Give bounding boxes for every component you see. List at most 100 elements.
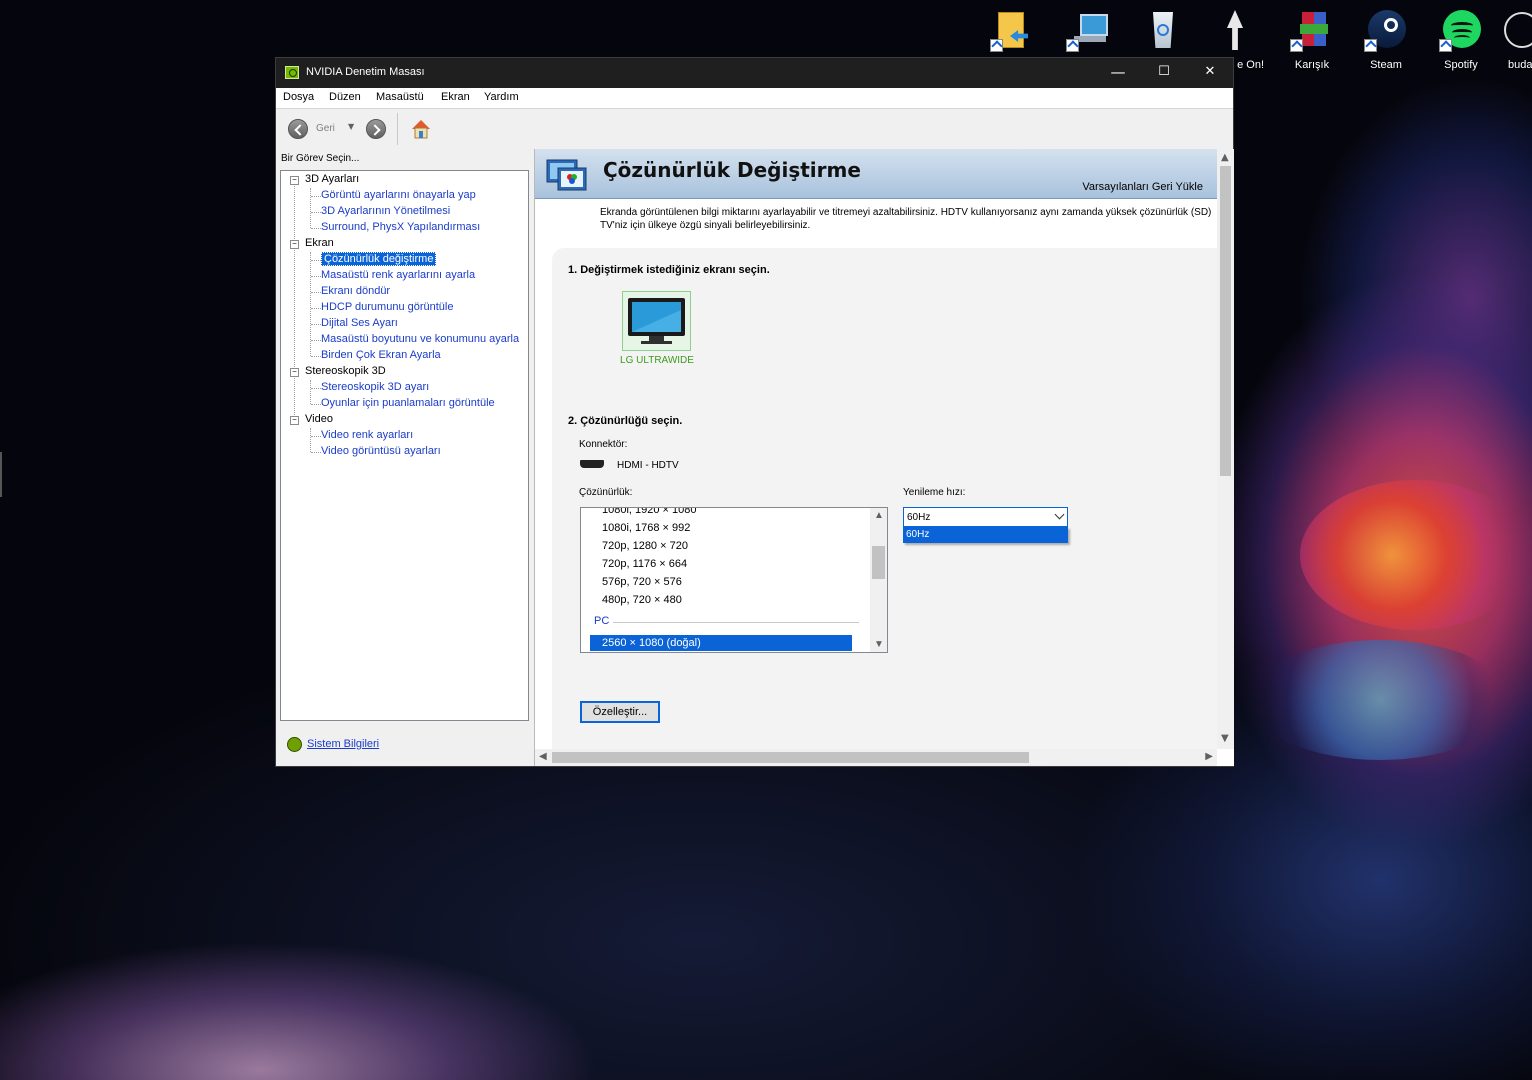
task-tree: − 3D Ayarları Görüntü ayarlarını önayarl… <box>280 170 529 721</box>
chevron-down-icon <box>1054 509 1065 520</box>
customize-button[interactable]: Özelleştir... <box>580 701 660 723</box>
list-item[interactable]: 480p, 720 × 480 <box>602 594 682 606</box>
tree-item-digital-audio[interactable]: Dijital Ses Ayarı <box>321 317 398 329</box>
collapse-video-icon[interactable]: − <box>290 416 299 425</box>
folder-shortcut-icon <box>990 8 1034 52</box>
steam-icon <box>1364 8 1408 52</box>
task-pane-label: Bir Görev Seçin... <box>281 153 360 164</box>
refresh-rate-label: Yenileme hızı: <box>903 487 966 498</box>
page-description: Ekranda görüntülenen bilgi miktarını aya… <box>600 207 1212 231</box>
content-pane: Çözünürlük Değiştirme Varsayılanları Ger… <box>534 149 1234 766</box>
pc-group-header: PC <box>594 615 610 627</box>
scroll-down-icon[interactable]: ▼ <box>874 639 884 650</box>
tree-item-video-image[interactable]: Video görüntüsü ayarları <box>321 445 441 457</box>
menu-dosya[interactable]: Dosya <box>283 91 314 103</box>
recycle-bin-icon <box>1140 8 1184 52</box>
display-name: LG ULTRAWIDE <box>620 355 694 366</box>
tree-item-desktop-color[interactable]: Masaüstü renk ayarlarını ayarla <box>321 269 475 281</box>
scroll-up-icon[interactable]: ▲ <box>874 510 884 521</box>
scroll-thumb[interactable] <box>1220 166 1231 476</box>
close-button[interactable]: ✕ <box>1187 58 1233 88</box>
window-title: NVIDIA Denetim Masası <box>306 66 425 78</box>
monitor-icon <box>628 298 685 344</box>
scroll-left-icon[interactable]: ◀ <box>539 751 547 762</box>
connector-value: HDMI - HDTV <box>617 460 679 471</box>
resolution-list[interactable]: 1080i, 1920 × 1080 1080i, 1768 × 992 720… <box>580 507 888 653</box>
settings-panel: 1. Değiştirmek istediğiniz ekranı seçin.… <box>552 248 1217 753</box>
desktop-icon-karisik[interactable]: Karışık <box>1277 6 1347 76</box>
display-tile-lg-ultrawide[interactable] <box>622 291 691 351</box>
menu-bar: Dosya Düzen Masaüstü Ekran Yardım <box>276 88 1233 109</box>
collapse-ekran-icon[interactable]: − <box>290 240 299 249</box>
tree-item-manage-3d[interactable]: 3D Ayarlarının Yönetilmesi <box>321 205 450 217</box>
refresh-rate-option[interactable]: 60Hz <box>903 527 1068 543</box>
nvidia-icon <box>285 66 299 79</box>
forward-arrow-icon[interactable] <box>366 119 386 139</box>
nvidia-control-panel-window: NVIDIA Denetim Masası — ☐ ✕ Dosya Düzen … <box>275 57 1234 767</box>
tree-item-video-color[interactable]: Video renk ayarları <box>321 429 413 441</box>
step2-heading: 2. Çözünürlüğü seçin. <box>568 415 683 427</box>
restore-defaults-link[interactable]: Varsayılanları Geri Yükle <box>1082 181 1203 193</box>
back-arrow-icon[interactable] <box>288 119 308 139</box>
page-title: Çözünürlük Değiştirme <box>603 158 861 182</box>
list-item[interactable]: 720p, 1280 × 720 <box>602 540 688 552</box>
menu-yardim[interactable]: Yardım <box>484 91 519 103</box>
collapse-3d-icon[interactable]: − <box>290 176 299 185</box>
task-pane: Bir Görev Seçin... − 3D Ayarları Görüntü… <box>276 149 534 766</box>
home-icon[interactable] <box>409 117 433 141</box>
maximize-button[interactable]: ☐ <box>1141 58 1187 88</box>
list-item[interactable]: 720p, 1176 × 664 <box>602 558 687 570</box>
wallpaper-swirl <box>1300 480 1530 630</box>
menu-duzen[interactable]: Düzen <box>329 91 361 103</box>
tree-item-surround-physx[interactable]: Surround, PhysX Yapılandırması <box>321 221 480 233</box>
tree-item-desktop-size[interactable]: Masaüstü boyutunu ve konumunu ayarla <box>321 333 519 345</box>
title-bar[interactable]: NVIDIA Denetim Masası — ☐ ✕ <box>276 58 1233 88</box>
tree-category-video[interactable]: Video <box>305 413 333 425</box>
hdmi-icon <box>580 460 604 468</box>
content-vertical-scrollbar[interactable]: ▲ ▼ <box>1217 149 1234 749</box>
refresh-rate-select[interactable]: 60Hz <box>903 507 1068 527</box>
desktop-icon-spotify[interactable]: Spotify <box>1426 6 1496 76</box>
computer-shortcut-icon <box>1066 8 1110 52</box>
display-settings-icon <box>546 158 588 192</box>
tree-item-game-ratings[interactable]: Oyunlar için puanlamaları görüntüle <box>321 397 495 409</box>
tree-item-rotate-display[interactable]: Ekranı döndür <box>321 285 390 297</box>
desktop-icon-buda[interactable]: buda <box>1494 6 1532 76</box>
tree-category-3d[interactable]: 3D Ayarları <box>305 173 359 185</box>
list-item[interactable]: 1080i, 1920 × 1080 <box>602 508 697 516</box>
tree-item-stereo-setup[interactable]: Stereoskopik 3D ayarı <box>321 381 429 393</box>
tree-item-multiple-displays[interactable]: Birden Çok Ekran Ayarla <box>321 349 441 361</box>
resolution-label: Çözünürlük: <box>579 487 633 498</box>
back-label[interactable]: Geri <box>316 123 335 134</box>
tree-item-image-presets[interactable]: Görüntü ayarlarını önayarla yap <box>321 189 476 201</box>
desktop-icon-steam[interactable]: Steam <box>1351 6 1421 76</box>
resolution-list-scrollbar[interactable]: ▲ ▼ <box>870 508 887 652</box>
toolbar: Geri ▼ <box>276 109 1233 150</box>
collapse-stereo-icon[interactable]: − <box>290 368 299 377</box>
scroll-thumb[interactable] <box>872 546 885 579</box>
list-item[interactable]: 1080i, 1768 × 992 <box>602 522 690 534</box>
scroll-down-icon[interactable]: ▼ <box>1221 733 1229 744</box>
wallpaper-swirl <box>1250 640 1510 760</box>
toolbar-divider <box>397 113 398 145</box>
tree-category-stereo-3d[interactable]: Stereoskopik 3D <box>305 365 386 377</box>
menu-ekran[interactable]: Ekran <box>441 91 470 103</box>
tree-item-change-resolution[interactable]: Çözünürlük değiştirme <box>321 252 437 266</box>
step1-heading: 1. Değiştirmek istediğiniz ekranı seçin. <box>568 264 770 276</box>
history-dropdown-icon[interactable]: ▼ <box>348 122 354 131</box>
up-arrow-icon <box>1213 8 1257 52</box>
tree-item-hdcp[interactable]: HDCP durumunu görüntüle <box>321 301 453 313</box>
winrar-icon <box>1290 8 1334 52</box>
tree-category-ekran[interactable]: Ekran <box>305 237 334 249</box>
system-info-link[interactable]: Sistem Bilgileri <box>287 737 379 752</box>
scroll-right-icon[interactable]: ▶ <box>1205 751 1213 762</box>
connector-label: Konnektör: <box>579 439 628 450</box>
list-item[interactable]: 576p, 720 × 576 <box>602 576 682 588</box>
selected-resolution-item[interactable]: 2560 × 1080 (doğal) <box>590 635 852 651</box>
scroll-thumb[interactable] <box>552 752 1029 763</box>
menu-masaustu[interactable]: Masaüstü <box>376 91 424 103</box>
scroll-up-icon[interactable]: ▲ <box>1221 152 1229 163</box>
content-horizontal-scrollbar[interactable]: ◀ ▶ <box>535 749 1217 766</box>
minimize-button[interactable]: — <box>1095 58 1141 88</box>
app-icon <box>1500 8 1532 52</box>
